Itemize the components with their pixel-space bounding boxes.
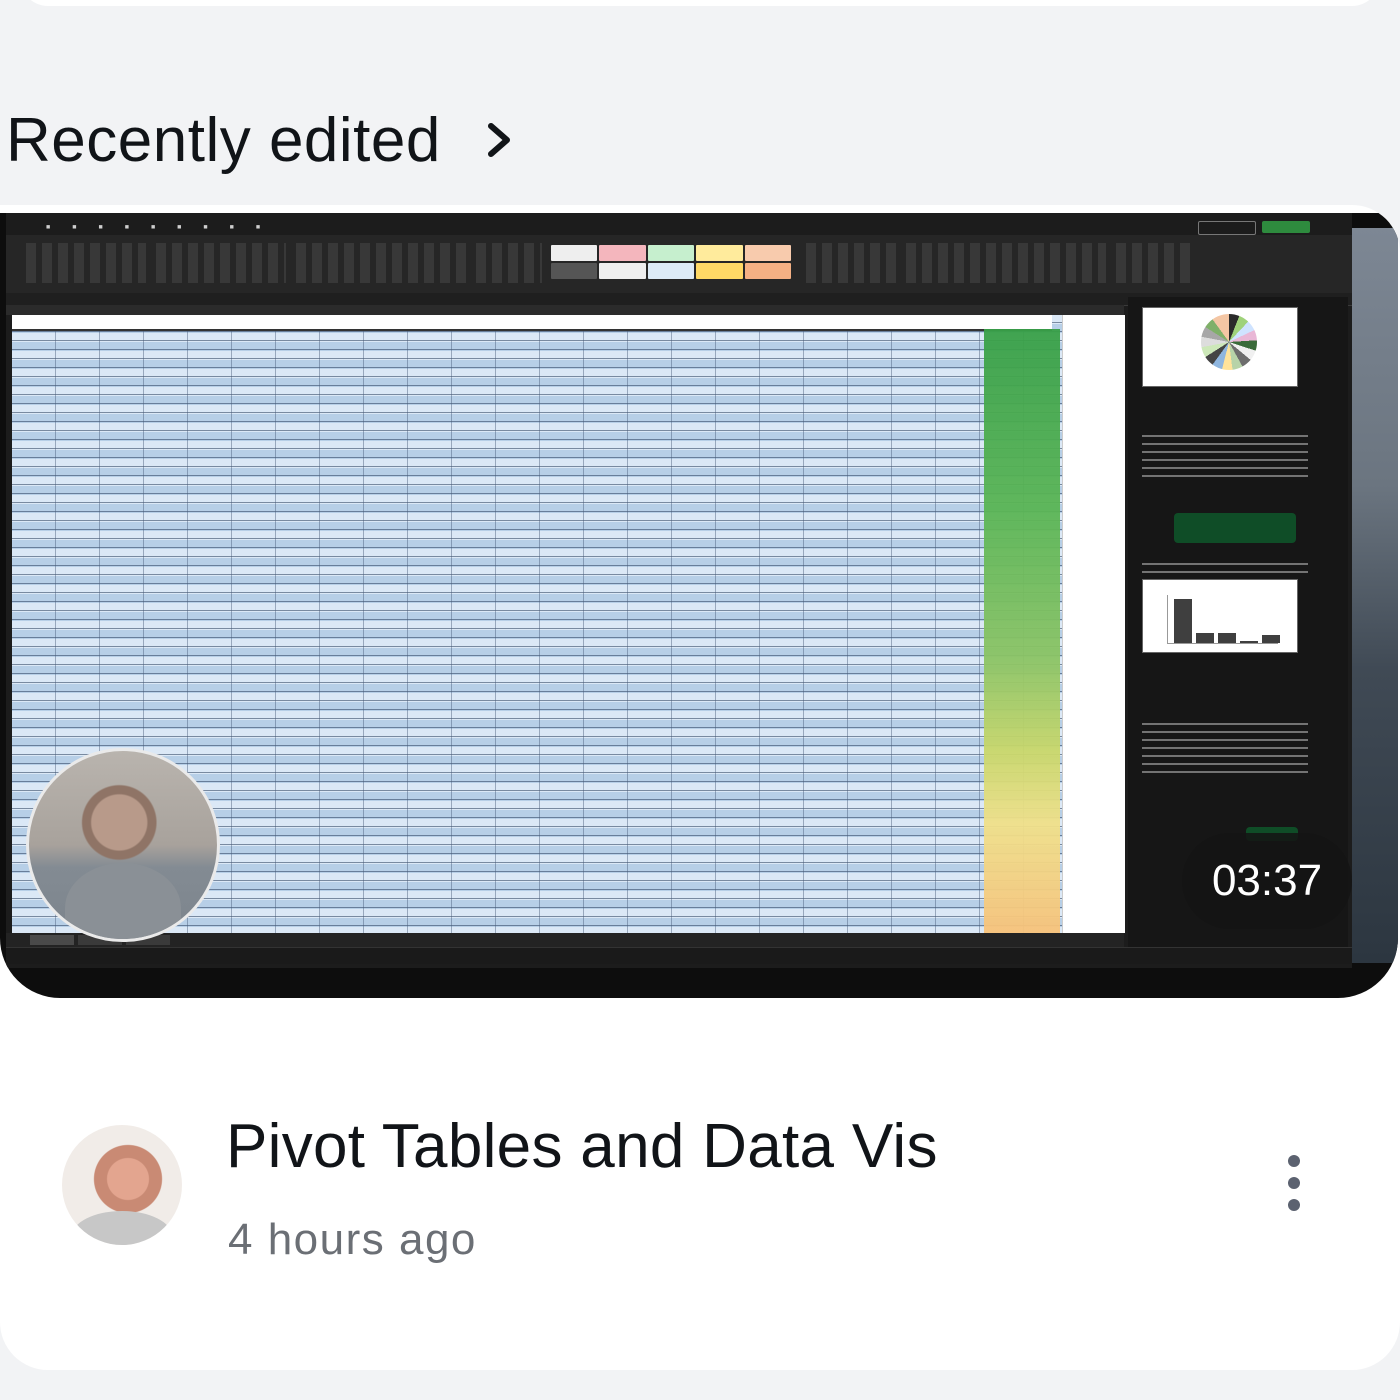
ribbon-toolbar — [6, 221, 1352, 294]
video-meta: Pivot Tables and Data Vis 4 hours ago — [0, 1105, 1400, 1305]
column-headers — [6, 305, 1124, 315]
table-header-row — [12, 315, 1052, 331]
presenter-webcam — [26, 748, 220, 942]
video-card[interactable]: ■ ■ ■ ■ ■ ■ ■ ■ ■ 03:37 Pivot Tables and… — [0, 205, 1400, 1370]
recently-edited-header[interactable]: Recently edited — [6, 100, 517, 180]
section-title: Recently edited — [6, 105, 441, 175]
pie-chart-icon — [1201, 314, 1257, 370]
share-button — [1262, 221, 1310, 233]
video-title[interactable]: Pivot Tables and Data Vis — [226, 1111, 938, 1182]
histogram-thumbnail — [1142, 579, 1298, 653]
previous-card-edge — [20, 0, 1380, 6]
conditional-format-column — [984, 329, 1060, 933]
pie-chart-thumbnail — [1142, 307, 1298, 387]
chevron-right-icon — [487, 123, 510, 157]
edited-timestamp: 4 hours ago — [228, 1215, 477, 1264]
comments-button — [1198, 221, 1256, 235]
video-thumbnail[interactable]: ■ ■ ■ ■ ■ ■ ■ ■ ■ 03:37 — [0, 213, 1398, 998]
duration-badge: 03:37 — [1182, 833, 1352, 929]
more-options-button[interactable] — [1278, 1155, 1310, 1223]
cell-styles-gallery — [551, 245, 791, 279]
avatar[interactable] — [62, 1125, 182, 1245]
ribbon-tabs: ■ ■ ■ ■ ■ ■ ■ ■ ■ — [46, 224, 261, 231]
status-bar — [6, 947, 1352, 964]
more-vert-icon — [1288, 1155, 1300, 1167]
